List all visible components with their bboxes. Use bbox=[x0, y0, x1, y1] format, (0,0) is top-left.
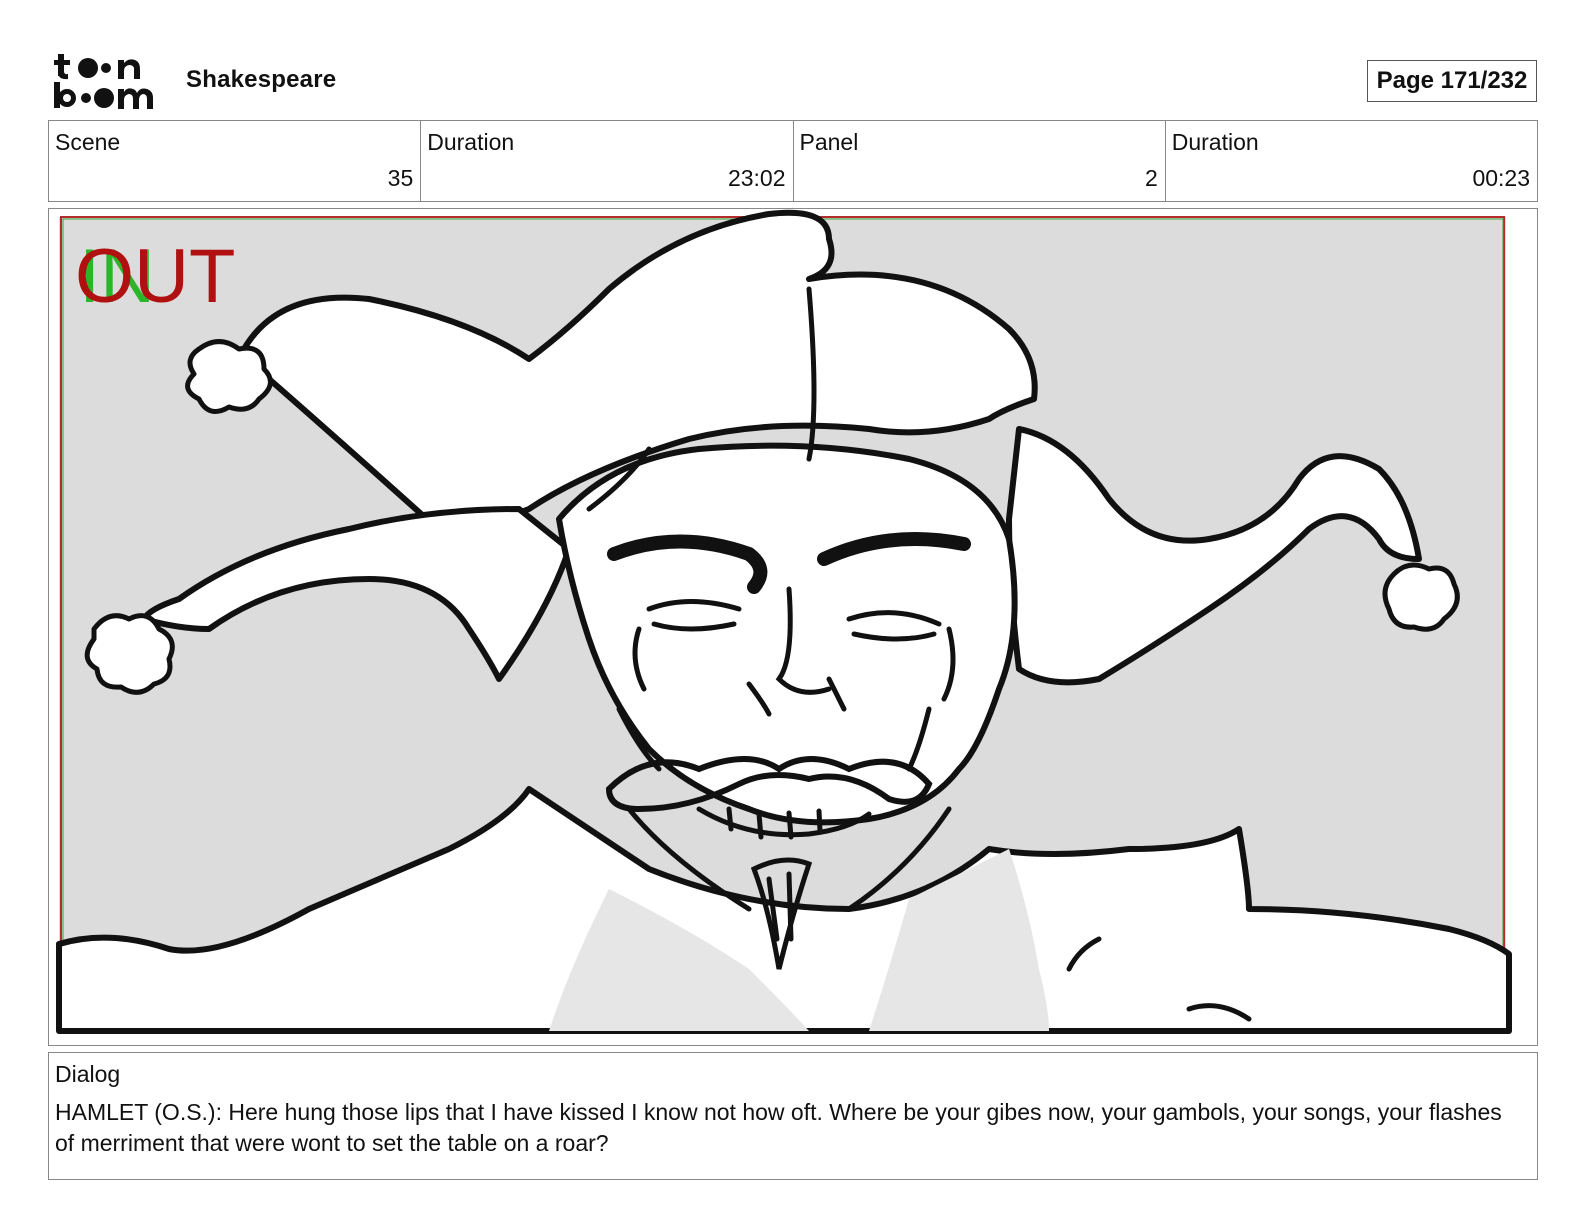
dialog-box: Dialog HAMLET (O.S.): Here hung those li… bbox=[48, 1052, 1538, 1180]
project-title: Shakespeare bbox=[186, 66, 337, 93]
scene-duration-label: Duration bbox=[427, 129, 515, 155]
page-indicator: Page 171/232 bbox=[1367, 60, 1537, 102]
storyboard-panel: IN OUT bbox=[48, 208, 1538, 1046]
panel-duration-value: 00:23 bbox=[1472, 165, 1530, 191]
scene-info-row: Scene 35 Duration 23:02 Panel 2 Duration… bbox=[48, 120, 1538, 202]
scene-value: 35 bbox=[387, 165, 414, 191]
scene-duration-cell: Duration 23:02 bbox=[421, 121, 794, 201]
scene-cell: Scene 35 bbox=[49, 121, 422, 201]
panel-label: Panel bbox=[799, 129, 859, 155]
toon-boom-logo bbox=[52, 52, 164, 110]
panel-duration-cell: Duration 00:23 bbox=[1166, 121, 1537, 201]
panel-cell: Panel 2 bbox=[794, 121, 1166, 201]
panel-duration-label: Duration bbox=[1171, 129, 1259, 155]
dialog-label: Dialog bbox=[55, 1061, 121, 1087]
in-out-marker: IN OUT bbox=[75, 237, 245, 317]
out-marker: OUT bbox=[75, 234, 236, 319]
panel-value: 2 bbox=[1144, 165, 1158, 191]
scene-label: Scene bbox=[55, 129, 121, 155]
dialog-text: HAMLET (O.S.): Here hung those lips that… bbox=[55, 1099, 1502, 1156]
jester-sketch bbox=[56, 209, 1512, 1034]
scene-duration-value: 23:02 bbox=[727, 165, 786, 191]
